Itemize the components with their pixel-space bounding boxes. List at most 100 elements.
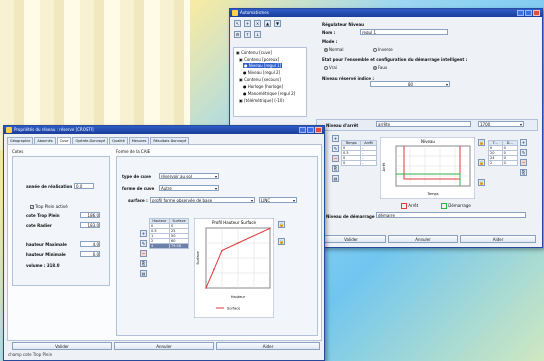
lock-icon[interactable]: 🔒: [478, 139, 485, 146]
window-title: Automatismes: [240, 10, 269, 15]
table-copy-icon[interactable]: ⎘: [332, 165, 339, 172]
settings-icon[interactable]: ⚙: [234, 31, 241, 38]
tree-node[interactable]: ● Horloge [horloge]: [243, 84, 283, 89]
reserve-value: 80: [407, 82, 414, 87]
arret-field[interactable]: arrête: [376, 121, 471, 127]
window-title: Propriétés du réseau : réserve [CROSTI]: [14, 127, 94, 132]
right-delete-icon[interactable]: −: [520, 159, 527, 166]
cote-tp-field[interactable]: 186.0: [80, 212, 100, 218]
table-row[interactable]: 4 79.58: [149, 243, 190, 249]
tab-cuve[interactable]: Cuve: [56, 137, 72, 144]
surface-dropdown[interactable]: profil forme observée de base: [150, 197, 255, 203]
tab-abonnes[interactable]: Abonnés: [34, 137, 56, 144]
proprietes-titlebar: Propriétés du réseau : réserve [CROSTI]: [4, 126, 324, 134]
surface-point: [237, 242, 239, 244]
maximize-button[interactable]: [525, 10, 532, 16]
table-save-icon[interactable]: ▤: [140, 270, 147, 277]
tree-node[interactable]: ▣ Contenu [poreux]: [239, 57, 279, 62]
app-icon: [6, 127, 12, 133]
tab-mesures[interactable]: Mesures: [128, 137, 150, 144]
annuler-button[interactable]: Annuler: [114, 342, 214, 350]
tab-qualite[interactable]: Qualité: [109, 137, 128, 144]
table-edit-icon[interactable]: ✎: [140, 240, 147, 247]
type-cuve-dropdown[interactable]: réservoir au sol: [159, 173, 219, 179]
demarrage-field[interactable]: démarre: [376, 212, 526, 218]
down-icon[interactable]: ▼: [274, 20, 281, 27]
legend-demarrage: Démarrage: [441, 203, 471, 209]
mode-label: Mode :: [322, 39, 338, 44]
type-cuve-label: type de cuve: [122, 174, 151, 179]
etat-vrai-radio[interactable]: Vrai: [324, 65, 337, 70]
minimize-button[interactable]: [517, 10, 524, 16]
table-edit-icon[interactable]: ✎: [332, 145, 339, 152]
aider-button[interactable]: Aider: [460, 235, 536, 243]
lock-icon[interactable]: 🔒: [278, 238, 285, 245]
table-copy-icon[interactable]: ⎘: [140, 260, 147, 267]
lock-icon[interactable]: 🔒: [278, 221, 285, 228]
table-row[interactable]: 20: [488, 160, 519, 166]
up-arrow-icon[interactable]: ↑: [244, 31, 251, 38]
annee-field[interactable]: 0.0: [74, 183, 94, 189]
up-icon[interactable]: ▲: [264, 20, 271, 27]
annuler-button[interactable]: Annuler: [388, 235, 458, 243]
surface-point: [213, 268, 215, 271]
table-save-icon[interactable]: ▤: [332, 175, 339, 182]
pointer-icon[interactable]: ↖: [234, 20, 241, 27]
table-delete-icon[interactable]: −: [332, 155, 339, 162]
chart-title: Profil Hauteur Surface: [212, 220, 257, 225]
arret-right-field[interactable]: 1700: [478, 121, 524, 127]
arret-label: Niveau d'arrêt: [326, 123, 359, 128]
tree-node[interactable]: ▣ Contenu [cuve]: [236, 50, 272, 55]
col-header: Hauteur: [149, 218, 170, 224]
mode-normal-radio[interactable]: Normal: [324, 47, 343, 52]
table-add-icon[interactable]: +: [332, 135, 339, 142]
reserve-dropdown[interactable]: 80: [370, 81, 450, 87]
surface-point: [221, 249, 223, 252]
hmin-field[interactable]: 0.0: [80, 251, 100, 257]
tree-node-selected[interactable]: ● Niveau [regul 1]: [243, 63, 283, 68]
valider-button[interactable]: Valider: [12, 342, 112, 350]
add-icon[interactable]: +: [244, 20, 251, 27]
status-bar: champ cote Trop Plein: [8, 352, 53, 357]
mode-inverse-radio[interactable]: Inverse: [373, 47, 393, 52]
nom-field[interactable]: regul 1: [360, 29, 448, 35]
nom-label: Nom :: [322, 30, 336, 35]
etat-faux-radio[interactable]: Faux: [373, 65, 387, 70]
aider-button[interactable]: Aider: [216, 342, 320, 350]
tab-geographie[interactable]: Géographie: [7, 137, 34, 144]
tropplein-checkbox[interactable]: ✓Trop Plein activé: [30, 204, 68, 209]
automatismes-titlebar: Automatismes: [230, 9, 542, 17]
forme-cuve-dropdown[interactable]: Autre: [159, 185, 219, 191]
close-button[interactable]: [315, 127, 322, 133]
tab-operee-donnaye[interactable]: Opérée-Donnayé: [72, 137, 109, 144]
tree-node[interactable]: ● Niveau [regul 2]: [243, 70, 280, 75]
surface-label: surface :: [128, 198, 148, 203]
chart-title: Niveau: [421, 139, 435, 144]
lock-icon[interactable]: 🔒: [478, 179, 485, 186]
surface-unit-dropdown[interactable]: LINC: [259, 197, 297, 203]
tree-node[interactable]: ▣ Contenu [secours]: [239, 77, 281, 82]
tab-resultats-donnaye[interactable]: Résultats Donnayé: [150, 137, 190, 144]
lock-icon[interactable]: 🔒: [478, 159, 485, 166]
cote-tp-label: cote Trop Plein: [26, 213, 60, 218]
close-button[interactable]: [533, 10, 540, 16]
hmax-field[interactable]: 4.0: [80, 241, 100, 247]
chart-y-label: Arrêt: [382, 162, 386, 171]
surface-chart: Profil Hauteur Surface Hauteur Surface S…: [194, 218, 274, 318]
table-delete-icon[interactable]: −: [140, 250, 147, 257]
valider-button[interactable]: Valider: [316, 235, 386, 243]
table-add-icon[interactable]: +: [140, 230, 147, 237]
right-add-icon[interactable]: +: [520, 139, 527, 146]
right-edit-icon[interactable]: ✎: [520, 149, 527, 156]
tree-node[interactable]: ● Manométrique [regul 2]: [243, 91, 295, 96]
down-arrow-icon[interactable]: ↓: [254, 31, 261, 38]
maximize-button[interactable]: [307, 127, 314, 133]
table-row[interactable]: 0-: [340, 160, 377, 166]
right-copy-icon[interactable]: ⎘: [520, 169, 527, 176]
right-table: T... D... 00 20 0 24 0 20: [488, 140, 519, 166]
delete-icon[interactable]: ×: [254, 20, 261, 27]
forme-label: Forme de la CAIE: [116, 149, 151, 154]
cote-radier-field[interactable]: 183.0: [80, 222, 100, 228]
minimize-button[interactable]: [299, 127, 306, 133]
tree-node[interactable]: ▣ [télémétrique] (-10): [239, 98, 284, 103]
